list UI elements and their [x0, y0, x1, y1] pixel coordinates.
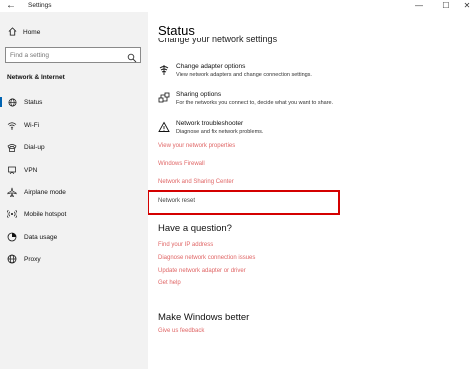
link-find-ip-address[interactable]: Find your IP address — [158, 242, 213, 248]
vpn-icon — [7, 165, 17, 175]
home-icon — [7, 26, 17, 38]
window-title: Settings — [28, 2, 52, 9]
sidebar-item-label: Dial-up — [24, 143, 45, 151]
maximize-button[interactable]: ☐ — [437, 0, 455, 12]
hotspot-icon — [7, 209, 17, 219]
sidebar-item-label: VPN — [24, 166, 38, 174]
sidebar-item-label: Proxy — [24, 255, 41, 263]
sidebar-section-title: Network & Internet — [7, 74, 65, 81]
sidebar-item-vpn[interactable]: VPN — [0, 163, 148, 177]
sidebar-item-label: Mobile hotspot — [24, 210, 67, 218]
setting-network-troubleshooter[interactable]: Network troubleshooter Diagnose and fix … — [158, 119, 263, 136]
sidebar-home-label: Home — [23, 28, 41, 36]
sidebar-item-proxy[interactable]: Proxy — [0, 252, 148, 266]
sidebar-item-mobile-hotspot[interactable]: Mobile hotspot — [0, 207, 148, 221]
sidebar-item-label: Airplane mode — [24, 188, 66, 196]
minimize-button[interactable]: — — [410, 0, 428, 12]
sidebar: Home Network & Internet Status Wi-Fi Dia… — [0, 12, 148, 369]
main-content: Change your network settings Status Chan… — [148, 12, 474, 369]
sidebar-item-label: Data usage — [24, 233, 58, 241]
feedback-heading: Make Windows better — [158, 312, 250, 323]
link-diagnose-connection[interactable]: Diagnose network connection issues — [158, 255, 255, 261]
link-give-feedback[interactable]: Give us feedback — [158, 328, 204, 334]
globe-icon — [7, 97, 17, 107]
wifi-icon — [7, 120, 17, 130]
sidebar-item-label: Wi-Fi — [24, 121, 40, 129]
sidebar-item-wifi[interactable]: Wi-Fi — [0, 118, 148, 132]
sidebar-home[interactable]: Home — [7, 26, 40, 38]
setting-sharing-options[interactable]: Sharing options For the networks you con… — [158, 90, 333, 107]
back-button[interactable]: ← — [4, 0, 18, 12]
link-update-adapter-driver[interactable]: Update network adapter or driver — [158, 268, 246, 274]
sidebar-item-airplane-mode[interactable]: Airplane mode — [0, 185, 148, 199]
question-heading: Have a question? — [158, 223, 232, 234]
close-button[interactable]: ✕ — [458, 0, 474, 12]
page-title: Status — [158, 23, 201, 38]
sidebar-item-data-usage[interactable]: Data usage — [0, 230, 148, 244]
sharing-icon — [158, 91, 170, 103]
title-bar: ← Settings — ☐ ✕ — [0, 0, 474, 12]
link-windows-firewall[interactable]: Windows Firewall — [158, 161, 205, 167]
setting-title: Change adapter options — [176, 63, 246, 70]
sidebar-item-dialup[interactable]: Dial-up — [0, 140, 148, 154]
link-network-reset[interactable]: Network reset — [158, 198, 195, 204]
setting-description: For the networks you connect to, decide … — [176, 100, 334, 106]
adapter-icon — [158, 63, 170, 75]
proxy-icon — [7, 254, 17, 264]
data-usage-icon — [7, 232, 17, 242]
search-box[interactable] — [5, 47, 141, 63]
airplane-icon — [7, 187, 17, 197]
dialup-icon — [7, 142, 17, 152]
search-icon[interactable] — [127, 50, 137, 63]
link-view-network-properties[interactable]: View your network properties — [158, 143, 235, 149]
setting-change-adapter-options[interactable]: Change adapter options View network adap… — [158, 62, 312, 79]
link-get-help[interactable]: Get help — [158, 280, 181, 286]
sidebar-item-label: Status — [24, 98, 43, 106]
sidebar-item-status[interactable]: Status — [0, 95, 148, 109]
setting-description: Diagnose and fix network problems. — [176, 129, 264, 135]
setting-title: Network troubleshooter — [176, 120, 244, 127]
link-network-sharing-center[interactable]: Network and Sharing Center — [158, 179, 234, 185]
search-input[interactable] — [10, 50, 122, 61]
setting-description: View network adapters and change connect… — [176, 72, 312, 78]
warning-icon — [158, 120, 170, 132]
setting-title: Sharing options — [176, 91, 222, 98]
